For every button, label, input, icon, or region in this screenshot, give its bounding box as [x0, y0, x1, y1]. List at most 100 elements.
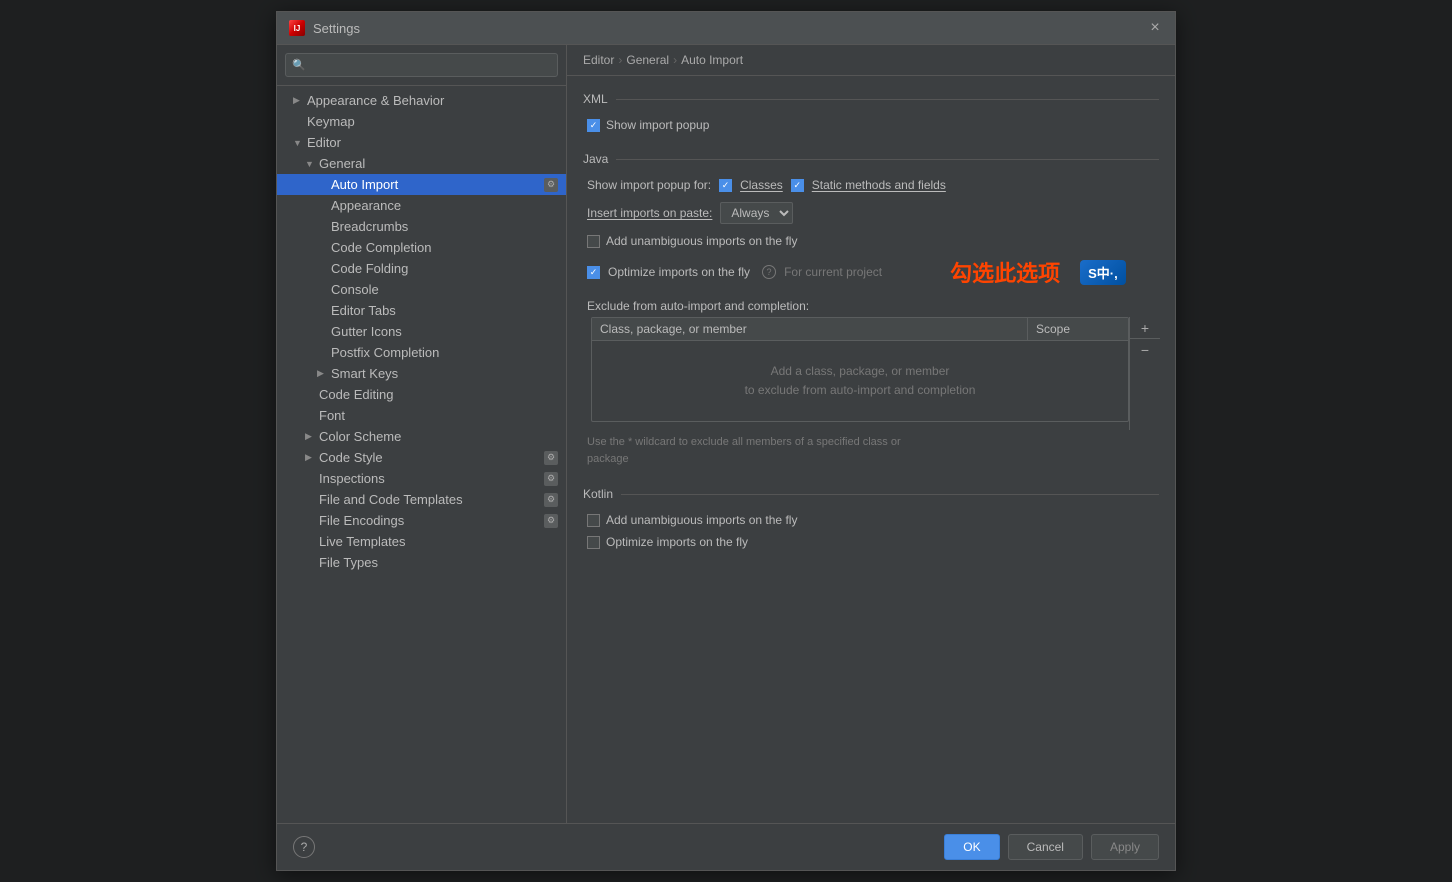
- optimize-imports-checkbox[interactable]: [587, 266, 600, 279]
- kotlin-add-unambiguous-checkbox[interactable]: [587, 514, 600, 527]
- help-button[interactable]: ?: [293, 836, 315, 858]
- kotlin-section-title: Kotlin: [583, 487, 613, 501]
- sidebar-item-font[interactable]: Font: [277, 405, 566, 426]
- hint-line1: Use the * wildcard to exclude all member…: [587, 436, 901, 448]
- arrow-icon: ▼: [305, 159, 315, 169]
- breadcrumb-general: General: [626, 53, 669, 67]
- kotlin-section-header: Kotlin: [583, 487, 1159, 501]
- sidebar-item-label: Code Style: [319, 450, 383, 465]
- badge-icon: ⚙: [544, 514, 558, 528]
- breadcrumb-sep: ›: [618, 53, 622, 67]
- add-unambiguous-checkbox[interactable]: [587, 235, 600, 248]
- close-button[interactable]: ×: [1147, 20, 1163, 36]
- search-input[interactable]: [285, 53, 558, 77]
- sidebar-item-appearance[interactable]: Appearance: [277, 195, 566, 216]
- sidebar-item-label: Live Templates: [319, 534, 405, 549]
- sidebar-item-code-completion[interactable]: Code Completion: [277, 237, 566, 258]
- sidebar: 🔍 ▶ Appearance & Behavior Keymap: [277, 45, 567, 823]
- empty-line1: Add a class, package, or member: [771, 364, 950, 378]
- section-divider: [616, 99, 1159, 100]
- sidebar-item-label: File Encodings: [319, 513, 404, 528]
- sidebar-item-label: Color Scheme: [319, 429, 401, 444]
- static-checkbox[interactable]: [791, 179, 804, 192]
- badge-icon: ⚙: [544, 451, 558, 465]
- insert-imports-select[interactable]: Always Ask Never: [720, 202, 793, 224]
- table-empty-text: Add a class, package, or member to exclu…: [745, 362, 976, 400]
- sidebar-item-code-style[interactable]: ▶ Code Style ⚙: [277, 447, 566, 468]
- table-header: Class, package, or member Scope: [592, 318, 1128, 341]
- sidebar-item-editor-tabs[interactable]: Editor Tabs: [277, 300, 566, 321]
- sidebar-item-editor[interactable]: ▼ Editor: [277, 132, 566, 153]
- sidebar-item-console[interactable]: Console: [277, 279, 566, 300]
- add-unambiguous-label: Add unambiguous imports on the fly: [606, 234, 797, 248]
- sidebar-item-breadcrumbs[interactable]: Breadcrumbs: [277, 216, 566, 237]
- sidebar-item-code-folding[interactable]: Code Folding: [277, 258, 566, 279]
- sidebar-item-postfix-completion[interactable]: Postfix Completion: [277, 342, 566, 363]
- ok-button[interactable]: OK: [944, 834, 999, 860]
- insert-imports-label: Insert imports on paste:: [587, 206, 712, 220]
- intellij-icon: IJ: [289, 20, 305, 36]
- exclude-title: Exclude from auto-import and completion:: [587, 299, 809, 313]
- show-import-popup-checkbox[interactable]: [587, 119, 600, 132]
- kotlin-add-unambiguous-label: Add unambiguous imports on the fly: [606, 513, 797, 527]
- sidebar-item-label: Console: [331, 282, 379, 297]
- sidebar-item-gutter-icons[interactable]: Gutter Icons: [277, 321, 566, 342]
- annotation-text: 勾选此选项: [950, 256, 1060, 288]
- col-member-header: Class, package, or member: [592, 318, 1028, 340]
- remove-entry-button[interactable]: −: [1130, 339, 1160, 361]
- show-import-popup-label: Show import popup: [606, 118, 709, 132]
- sidebar-item-label: Code Folding: [331, 261, 408, 276]
- sidebar-item-live-templates[interactable]: Live Templates: [277, 531, 566, 552]
- sidebar-item-color-scheme[interactable]: ▶ Color Scheme: [277, 426, 566, 447]
- cancel-button[interactable]: Cancel: [1008, 834, 1083, 860]
- dialog-body: 🔍 ▶ Appearance & Behavior Keymap: [277, 45, 1175, 823]
- dialog-title: Settings: [313, 21, 360, 36]
- xml-section-title: XML: [583, 92, 608, 106]
- arrow-icon: ▼: [293, 138, 303, 148]
- search-bar: 🔍: [277, 45, 566, 86]
- sidebar-item-general[interactable]: ▼ General: [277, 153, 566, 174]
- sidebar-item-label: Gutter Icons: [331, 324, 402, 339]
- apply-button[interactable]: Apply: [1091, 834, 1159, 860]
- classes-label: Classes: [740, 178, 783, 192]
- xml-section: XML Show import popup: [583, 92, 1159, 132]
- sidebar-item-label: Appearance: [331, 198, 401, 213]
- sidebar-item-code-editing[interactable]: Code Editing: [277, 384, 566, 405]
- static-label: Static methods and fields: [812, 178, 946, 192]
- help-icon[interactable]: ?: [762, 265, 776, 279]
- arrow-icon: ▶: [293, 95, 303, 106]
- search-wrapper: 🔍: [285, 53, 558, 77]
- sidebar-item-file-encodings[interactable]: File Encodings ⚙: [277, 510, 566, 531]
- sidebar-item-label: Font: [319, 408, 345, 423]
- sidebar-item-label: File and Code Templates: [319, 492, 463, 507]
- badge-icon: ⚙: [544, 472, 558, 486]
- sidebar-item-auto-import[interactable]: Auto Import ⚙: [277, 174, 566, 195]
- show-import-popup-row: Show import popup: [587, 118, 1159, 132]
- kotlin-optimize-imports-checkbox[interactable]: [587, 536, 600, 549]
- java-section-header: Java: [583, 152, 1159, 166]
- settings-tree: ▶ Appearance & Behavior Keymap ▼ Editor: [277, 86, 566, 823]
- title-bar: IJ Settings ×: [277, 12, 1175, 45]
- arrow-icon: ▶: [305, 452, 315, 463]
- show-import-for-label: Show import popup for:: [587, 178, 711, 192]
- table-body: Add a class, package, or member to exclu…: [592, 341, 1128, 421]
- classes-checkbox[interactable]: [719, 179, 732, 192]
- empty-line2: to exclude from auto-import and completi…: [745, 383, 976, 397]
- section-divider: [621, 494, 1159, 495]
- breadcrumb: Editor › General › Auto Import: [567, 45, 1175, 76]
- sidebar-item-smart-keys[interactable]: ▶ Smart Keys: [277, 363, 566, 384]
- optimize-imports-row: Optimize imports on the fly ? For curren…: [587, 256, 1159, 288]
- breadcrumb-sep: ›: [673, 53, 677, 67]
- for-project-link[interactable]: For current project: [784, 265, 882, 279]
- sidebar-item-label: Editor Tabs: [331, 303, 396, 318]
- exclude-table-wrapper: Class, package, or member Scope Add a cl…: [587, 317, 1159, 430]
- sidebar-item-keymap[interactable]: Keymap: [277, 111, 566, 132]
- sidebar-item-label: Auto Import: [331, 177, 398, 192]
- arrow-icon: ▶: [317, 368, 327, 379]
- sidebar-item-label: File Types: [319, 555, 378, 570]
- sidebar-item-file-types[interactable]: File Types: [277, 552, 566, 573]
- sidebar-item-appearance-behavior[interactable]: ▶ Appearance & Behavior: [277, 90, 566, 111]
- sidebar-item-inspections[interactable]: Inspections ⚙: [277, 468, 566, 489]
- sidebar-item-file-code-templates[interactable]: File and Code Templates ⚙: [277, 489, 566, 510]
- add-entry-button[interactable]: +: [1130, 317, 1160, 339]
